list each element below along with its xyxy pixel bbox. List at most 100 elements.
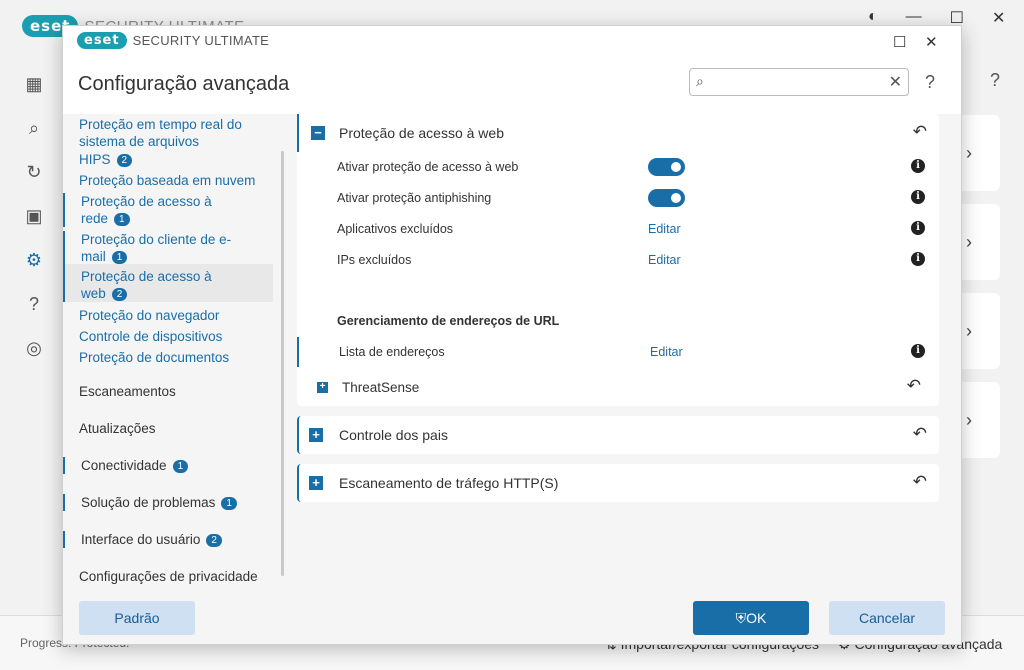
- dialog-logo: eset SECURITY ULTIMATE: [77, 32, 269, 49]
- section-title: Escaneamento de tráfego HTTP(S): [339, 475, 559, 491]
- clear-search-icon[interactable]: ✕: [889, 72, 902, 92]
- expand-icon[interactable]: +: [317, 382, 328, 393]
- revert-icon[interactable]: ↶: [907, 376, 921, 396]
- default-button[interactable]: Padrão: [79, 601, 195, 635]
- nav-item-realtime-fs[interactable]: Proteção em tempo real do sistema de arq…: [63, 116, 263, 150]
- section-title: Proteção de acesso à web: [339, 125, 504, 141]
- nav-item-web-access[interactable]: Proteção de acesso à web 2: [63, 264, 273, 302]
- chevron-right-icon: ›: [966, 143, 972, 163]
- chevron-right-icon: ›: [966, 410, 972, 430]
- expand-icon[interactable]: +: [309, 476, 323, 490]
- account-icon[interactable]: ◎: [22, 336, 46, 360]
- info-icon[interactable]: i: [911, 344, 925, 358]
- ok-label: OK: [746, 610, 767, 626]
- nav-item-updates[interactable]: Atualizações: [63, 420, 273, 437]
- eset-logo: eset: [77, 32, 127, 49]
- setting-label: Aplicativos excluídos: [337, 222, 454, 236]
- url-management-heading-row: Gerenciamento de endereços de URL: [297, 306, 939, 336]
- setting-label: Ativar proteção antiphishing: [337, 191, 492, 205]
- edit-address-list-link[interactable]: Editar: [650, 345, 683, 359]
- setting-row-address-list: Lista de endereços Editar i: [297, 337, 939, 367]
- settings-icon[interactable]: ⚙: [22, 248, 46, 272]
- setting-label: IPs excluídos: [337, 253, 412, 267]
- info-icon[interactable]: i: [911, 252, 925, 266]
- advanced-setup-dialog: eset SECURITY ULTIMATE ☐ ✕ Configuração …: [62, 25, 962, 645]
- background-card-3[interactable]: ›: [962, 293, 1000, 369]
- settings-nav: Proteção em tempo real do sistema de arq…: [63, 114, 285, 584]
- http-scan-section[interactable]: + Escaneamento de tráfego HTTP(S) ↶: [297, 464, 939, 502]
- threatsense-row[interactable]: + ThreatSense ↶: [297, 370, 939, 404]
- cancel-button[interactable]: Cancelar: [829, 601, 945, 635]
- background-card-2[interactable]: ›: [962, 204, 1000, 280]
- edit-excluded-ips-link[interactable]: Editar: [648, 253, 681, 267]
- nav-item-cloud[interactable]: Proteção baseada em nuvem: [63, 172, 273, 189]
- search-box[interactable]: ⌕ ✕: [689, 68, 909, 96]
- background-help[interactable]: ?: [990, 70, 1000, 91]
- dialog-titlebar: eset SECURITY ULTIMATE ☐ ✕: [63, 26, 961, 58]
- nav-item-browser[interactable]: Proteção do navegador: [63, 307, 273, 324]
- setting-label: Ativar proteção de acesso à web: [337, 160, 519, 174]
- count-badge: 1: [114, 213, 130, 226]
- nav-item-hips[interactable]: HIPS 2: [63, 151, 273, 168]
- nav-item-connectivity[interactable]: Conectividade 1: [63, 457, 273, 474]
- count-badge: 2: [111, 288, 128, 301]
- chevron-right-icon: ›: [966, 321, 972, 341]
- dashboard-icon[interactable]: ▦: [22, 72, 46, 96]
- info-icon[interactable]: i: [911, 159, 925, 173]
- ok-button[interactable]: ⛨OK: [693, 601, 809, 635]
- nav-item-network-access[interactable]: Proteção de acesso à rede 1: [63, 193, 223, 227]
- section-title: Controle dos pais: [339, 427, 448, 443]
- count-badge: 2: [206, 534, 222, 547]
- setting-row-excluded-apps: Aplicativos excluídos Editar i: [297, 214, 939, 244]
- count-badge: 1: [111, 251, 128, 264]
- maximize-icon[interactable]: ☐: [893, 33, 906, 51]
- setting-row-excluded-ips: IPs excluídos Editar i: [297, 245, 939, 275]
- threatsense-label: ThreatSense: [342, 380, 420, 395]
- nav-scrollbar[interactable]: [281, 151, 284, 576]
- search-input[interactable]: [716, 72, 881, 92]
- page-title: Configuração avançada: [78, 73, 290, 95]
- antiphishing-toggle[interactable]: [648, 189, 685, 207]
- nav-item-user-interface[interactable]: Interface do usuário 2: [63, 531, 273, 548]
- close-icon[interactable]: ✕: [992, 8, 1005, 28]
- expand-icon[interactable]: +: [309, 428, 323, 442]
- count-badge: 1: [172, 460, 189, 473]
- web-access-section-header[interactable]: − Proteção de acesso à web ↶: [297, 114, 939, 152]
- scan-icon[interactable]: ⌕: [22, 116, 46, 140]
- nav-item-troubleshooting[interactable]: Solução de problemas 1: [63, 494, 273, 511]
- dialog-header: Configuração avançada ⌕ ✕ ?: [63, 58, 961, 114]
- subsection-title: Gerenciamento de endereços de URL: [337, 314, 560, 328]
- web-access-toggle[interactable]: [648, 158, 685, 176]
- nav-item-email-client[interactable]: Proteção do cliente de e-mail 1: [63, 231, 233, 265]
- parental-control-section[interactable]: + Controle dos pais ↶: [297, 416, 939, 454]
- revert-icon[interactable]: ↶: [913, 472, 927, 492]
- nav-item-device-control[interactable]: Controle de dispositivos: [63, 328, 273, 345]
- setting-row-antiphishing: Ativar proteção antiphishing i: [297, 183, 939, 213]
- info-icon[interactable]: i: [911, 221, 925, 235]
- shield-icon: ⛨: [735, 610, 747, 626]
- search-icon: ⌕: [696, 73, 704, 89]
- setting-row-web-access: Ativar proteção de acesso à web i: [297, 152, 939, 182]
- collapse-icon[interactable]: −: [311, 126, 325, 140]
- revert-icon[interactable]: ↶: [913, 122, 927, 142]
- close-icon[interactable]: ✕: [925, 33, 938, 51]
- nav-item-privacy[interactable]: Configurações de privacidade: [63, 568, 273, 584]
- background-card-1[interactable]: ›: [962, 115, 1000, 191]
- help-icon[interactable]: ?: [22, 292, 46, 316]
- info-icon[interactable]: i: [911, 190, 925, 204]
- background-card-4[interactable]: ›: [962, 382, 1000, 458]
- count-badge: 2: [116, 154, 133, 167]
- background-sidebar: ▦ ⌕ ↻ ▣ ⚙ ? ◎: [0, 50, 62, 610]
- tools-icon[interactable]: ▣: [22, 204, 46, 228]
- setting-label: Lista de endereços: [339, 345, 445, 359]
- update-icon[interactable]: ↻: [22, 160, 46, 184]
- chevron-right-icon: ›: [966, 232, 972, 252]
- help-button[interactable]: ?: [925, 72, 935, 93]
- revert-icon[interactable]: ↶: [913, 424, 927, 444]
- nav-item-documents[interactable]: Proteção de documentos: [63, 349, 273, 366]
- edit-excluded-apps-link[interactable]: Editar: [648, 222, 681, 236]
- web-access-panel: − Proteção de acesso à web ↶ Ativar prot…: [297, 114, 939, 406]
- nav-item-scans[interactable]: Escaneamentos: [63, 383, 273, 400]
- count-badge: 1: [221, 497, 237, 510]
- dialog-app-title: SECURITY ULTIMATE: [132, 33, 270, 48]
